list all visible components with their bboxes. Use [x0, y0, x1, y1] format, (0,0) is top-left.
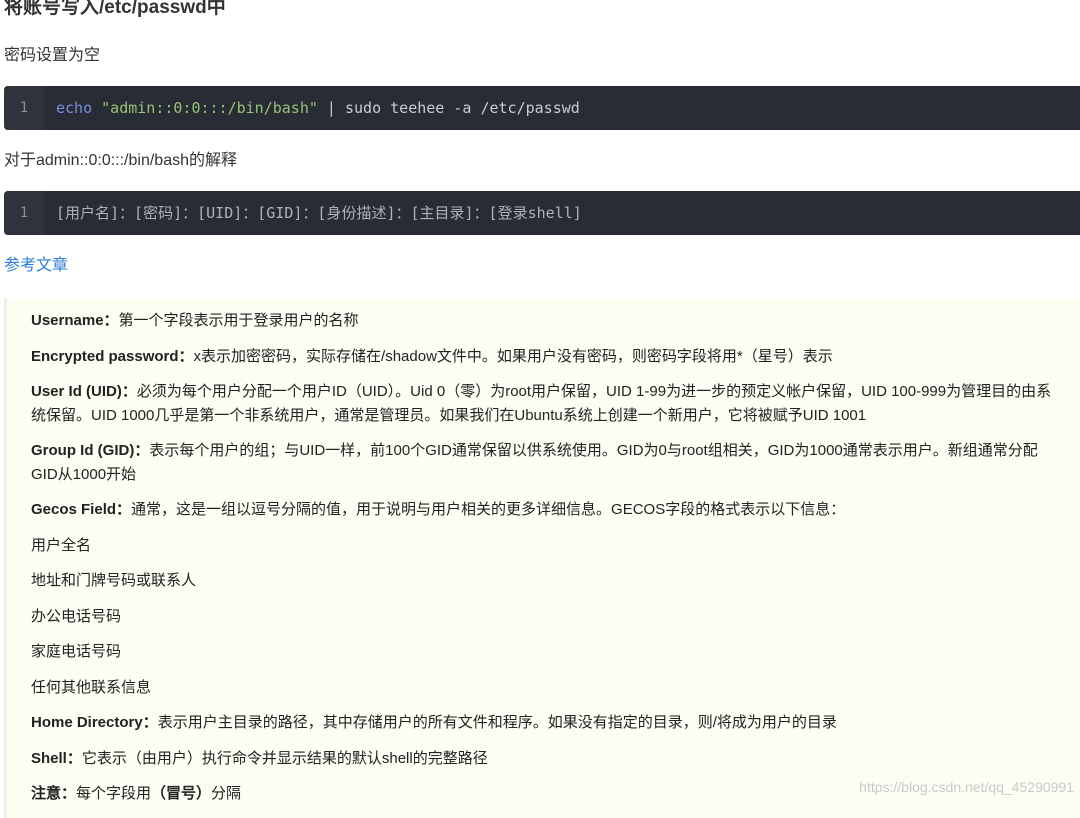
watermark: https://blog.csdn.net/qq_45290991 — [859, 779, 1074, 795]
field-shell: Shell：它表示（由用户）执行命令并显示结果的默认shell的完整路径 — [31, 747, 1061, 771]
line-number: 1 — [4, 86, 44, 130]
explain-text: 对于admin::0:0:::/bin/bash的解释 — [4, 152, 237, 169]
field-gecos: Gecos Field：通常，这是一组以逗号分隔的值，用于说明与用户相关的更多详… — [31, 498, 1061, 522]
field-desc: 第一个字段表示用于登录用户的名称 — [118, 312, 359, 329]
field-password: Encrypted password：x表示加密密码，实际存储在/shadow文… — [31, 345, 1061, 369]
gecos-item: 办公电话号码 — [31, 608, 122, 625]
reference-article-link[interactable]: 参考文章 — [4, 255, 68, 277]
field-label: Gecos Field： — [31, 501, 132, 518]
code-block-format[interactable]: 1 [用户名]：[密码]：[UID]：[GID]：[身份描述]：[主目录]：[登… — [4, 191, 1080, 235]
section-heading: 将账号写入/etc/passwd中 — [4, 0, 226, 18]
field-description-blockquote: Username：第一个字段表示用于登录用户的名称 Encrypted pass… — [4, 298, 1080, 818]
field-home: Home Directory：表示用户主目录的路径，其中存储用户的所有文件和程序… — [31, 711, 1061, 735]
code-line: [用户名]：[密码]：[UID]：[GID]：[身份描述]：[主目录]：[登录s… — [56, 204, 582, 222]
field-desc: 表示用户主目录的路径，其中存储用户的所有文件和程序。如果没有指定的目录，则/将成… — [157, 714, 837, 731]
field-desc: 每个字段用 — [76, 785, 152, 802]
field-label: User Id (UID)： — [31, 383, 137, 400]
code-string: "admin::0:0:::/bin/bash" — [101, 99, 318, 117]
field-desc-bold: （冒号） — [151, 785, 212, 802]
gecos-item: 用户全名 — [31, 537, 92, 554]
field-label: Encrypted password： — [31, 348, 194, 365]
line-number: 1 — [4, 191, 44, 235]
field-desc: 分隔 — [211, 785, 242, 802]
field-label: Group Id (GID)： — [31, 442, 150, 459]
field-desc: 表示每个用户的组；与UID一样，前100个GID通常保留以供系统使用。GID为0… — [31, 442, 1038, 483]
field-desc: 必须为每个用户分配一个用户ID（UID）。Uid 0（零）为root用户保留，U… — [31, 383, 1052, 424]
code-keyword: echo — [56, 99, 93, 117]
code-rest: | sudo teehee -a /etc/passwd — [317, 99, 580, 117]
field-label: Username： — [31, 312, 119, 329]
field-label: Home Directory： — [31, 714, 158, 731]
field-desc: x表示加密密码，实际存储在/shadow文件中。如果用户没有密码，则密码字段将用… — [193, 348, 833, 365]
field-desc: 通常，这是一组以逗号分隔的值，用于说明与用户相关的更多详细信息。GECOS字段的… — [131, 501, 846, 518]
gecos-item: 地址和门牌号码或联系人 — [31, 572, 197, 589]
field-label: 注意： — [31, 785, 77, 802]
code-line: echo "admin::0:0:::/bin/bash" | sudo tee… — [56, 86, 580, 130]
field-label: Shell： — [31, 750, 82, 767]
code-block-echo[interactable]: 1 echo "admin::0:0:::/bin/bash" | sudo t… — [4, 86, 1080, 130]
field-desc: 它表示（由用户）执行命令并显示结果的默认shell的完整路径 — [81, 750, 488, 767]
field-username: Username：第一个字段表示用于登录用户的名称 — [31, 309, 1061, 333]
field-uid: User Id (UID)：必须为每个用户分配一个用户ID（UID）。Uid 0… — [31, 380, 1061, 428]
gecos-item: 家庭电话号码 — [31, 643, 122, 660]
intro-text: 密码设置为空 — [4, 47, 101, 64]
field-gid: Group Id (GID)：表示每个用户的组；与UID一样，前100个GID通… — [31, 439, 1061, 487]
gecos-item: 任何其他联系信息 — [31, 679, 152, 696]
